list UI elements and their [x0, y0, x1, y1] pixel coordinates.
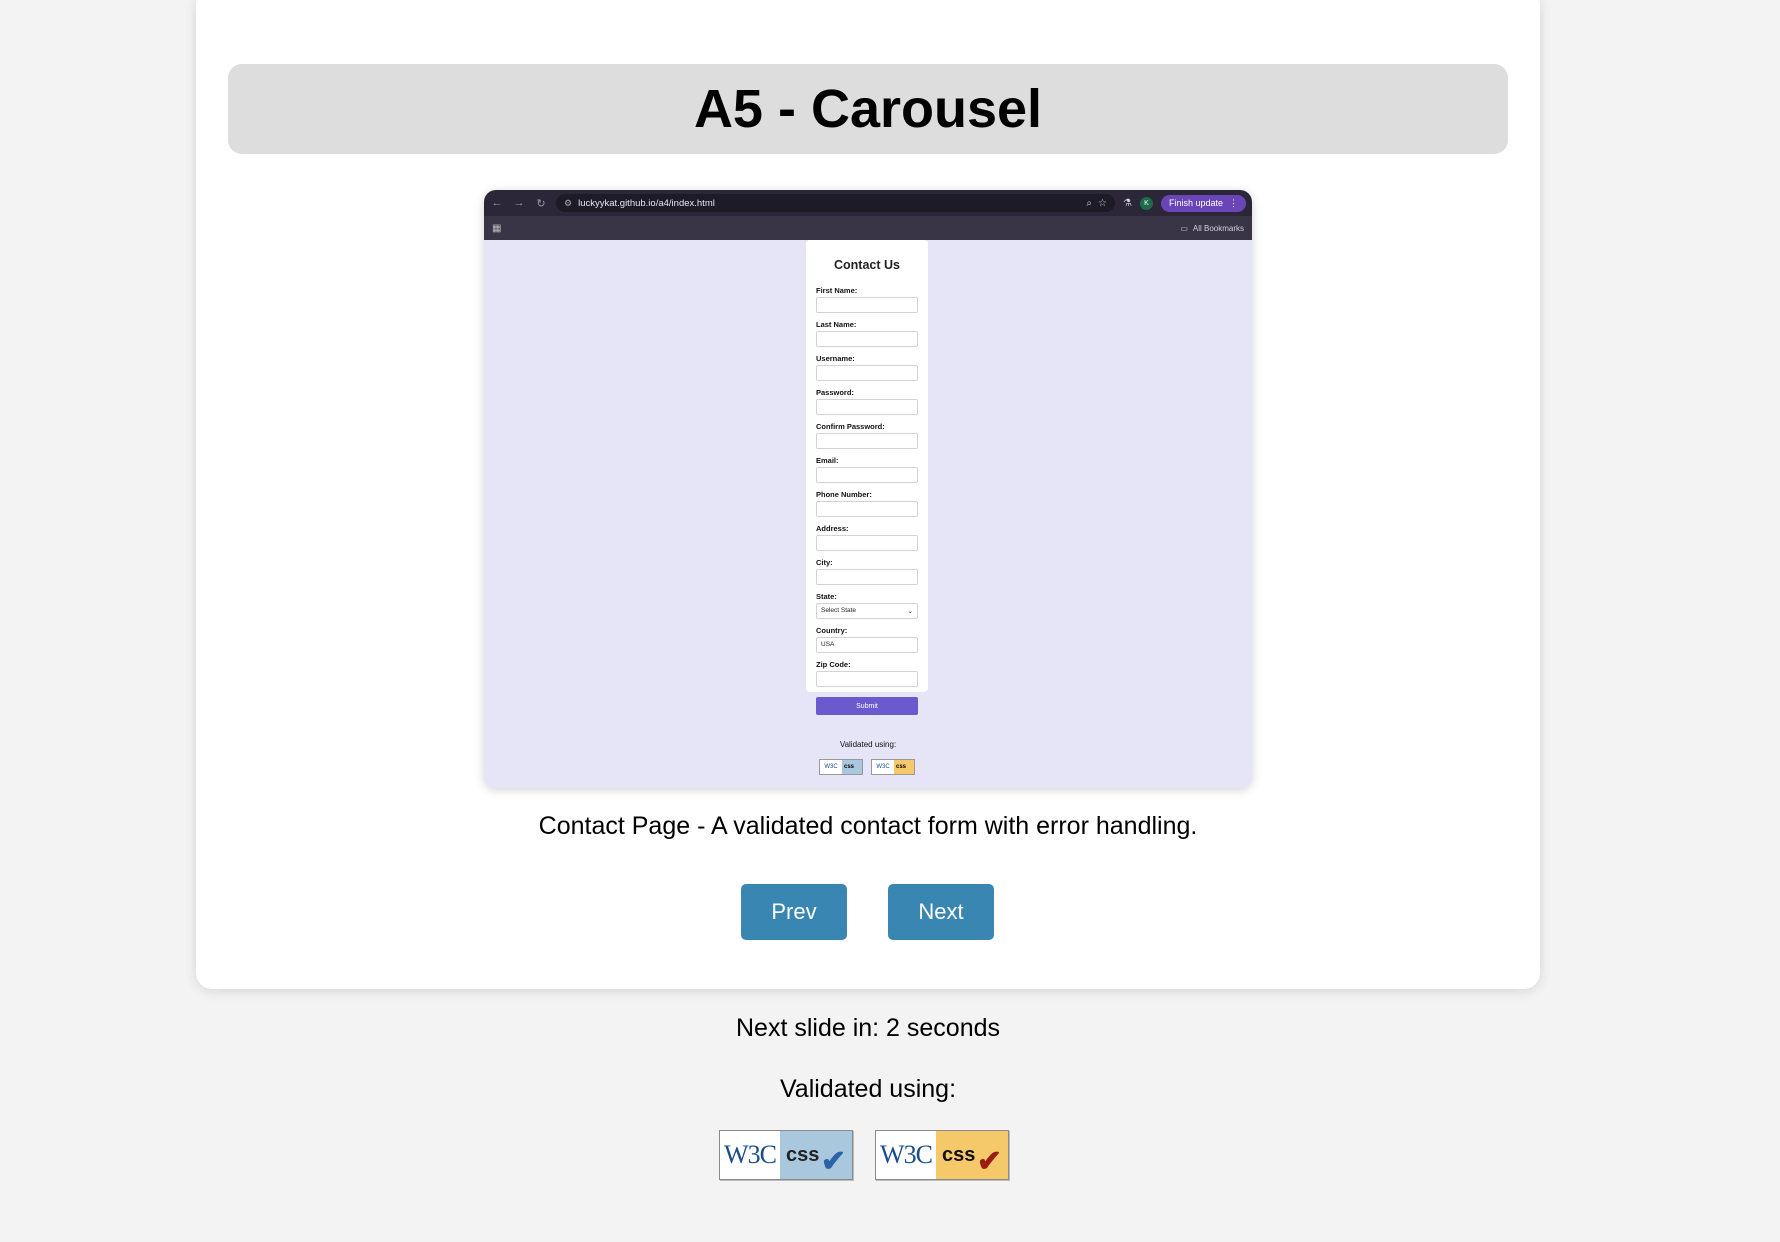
slide-validated-label: Validated using:: [839, 740, 897, 749]
title-bar: A5 - Carousel: [228, 64, 1508, 154]
field-input: [816, 671, 918, 687]
validation-badges: W3C css ✔ W3C css ✔: [719, 1130, 1009, 1180]
css-text: css: [842, 760, 862, 774]
w3c-css-badge[interactable]: W3C css ✔: [875, 1130, 1009, 1180]
w3c-css-badge[interactable]: W3C css ✔: [719, 1130, 853, 1180]
submit-button: Submit: [816, 697, 918, 715]
form-field: State: Select State ⌄: [816, 592, 918, 619]
field-input: [816, 569, 918, 585]
field-label: Confirm Password:: [816, 422, 885, 431]
form-field: City:: [816, 558, 918, 585]
form-field: Username:: [816, 354, 918, 381]
css-text: css: [942, 1143, 976, 1166]
form-field: Country: USA: [816, 626, 918, 653]
form-heading: Contact Us: [834, 258, 900, 272]
field-label: State:: [816, 592, 837, 601]
field-input: [816, 365, 918, 381]
form-field: Phone Number:: [816, 490, 918, 517]
field-input: [816, 331, 918, 347]
all-bookmarks: ▭ All Bookmarks: [1180, 224, 1244, 233]
finish-update-button: Finish update ⋮: [1160, 194, 1246, 212]
field-label: City:: [816, 558, 833, 567]
more-icon: ⋮: [1229, 197, 1238, 208]
w3c-logo: W3C: [872, 760, 894, 774]
form-field: Password:: [816, 388, 918, 415]
field-input: USA: [816, 637, 918, 653]
slide-badges: W3C css W3C css: [819, 759, 915, 775]
field-label: Last Name:: [816, 320, 857, 329]
field-label: Phone Number:: [816, 490, 872, 499]
site-settings-icon: ⚙: [564, 197, 573, 208]
field-label: First Name:: [816, 286, 858, 295]
validated-label: Validated using:: [779, 1075, 957, 1103]
field-input: [816, 297, 918, 313]
field-label: Country:: [816, 626, 848, 635]
next-button[interactable]: Next: [888, 884, 994, 940]
state-select: Select State ⌄: [816, 603, 918, 619]
all-bookmarks-label: All Bookmarks: [1192, 223, 1244, 233]
field-label: Address:: [816, 524, 849, 533]
slide-caption: Contact Page - A validated contact form …: [538, 812, 1198, 840]
back-icon: ←: [491, 197, 503, 209]
field-input: [816, 433, 918, 449]
finish-update-label: Finish update: [1168, 198, 1223, 208]
field-input: [816, 535, 918, 551]
field-label: Email:: [816, 456, 839, 465]
state-select-value: Select State: [821, 607, 857, 614]
w3c-css-badge-mini: W3C css: [819, 759, 863, 775]
contact-form: Contact Us First Name: Last Name: Userna…: [806, 240, 928, 715]
field-label: Password:: [816, 388, 854, 397]
form-field: Zip Code:: [816, 660, 918, 687]
lab-icon: ⚗: [1122, 197, 1132, 209]
checkmark-icon: ✔: [820, 1145, 846, 1178]
w3c-logo: W3C: [876, 1131, 936, 1179]
form-field: First Name:: [816, 286, 918, 313]
w3c-logo: W3C: [820, 760, 842, 774]
field-input: [816, 467, 918, 483]
prev-button[interactable]: Prev: [741, 884, 847, 940]
apps-grid-icon: ▦: [492, 222, 502, 234]
folder-icon: ▭: [1180, 223, 1188, 233]
field-input: [816, 399, 918, 415]
w3c-css-badge-mini: W3C css: [871, 759, 915, 775]
address-bar: ⚙ luckyykat.github.io/a4/index.html ⌕ ☆: [556, 194, 1115, 212]
field-label: Username:: [816, 354, 855, 363]
field-input: [816, 501, 918, 517]
reload-icon: ↻: [536, 197, 546, 210]
css-text: css: [894, 760, 914, 774]
css-label: css ✔: [936, 1131, 1008, 1179]
chevron-down-icon: ⌄: [907, 608, 913, 615]
css-label: css ✔: [780, 1131, 852, 1179]
form-field: Email:: [816, 456, 918, 483]
form-field: Last Name:: [816, 320, 918, 347]
page-title: A5 - Carousel: [693, 79, 1043, 139]
browser-toolbar: ← → ↻ ⚙ luckyykat.github.io/a4/index.htm…: [484, 190, 1252, 216]
w3c-logo: W3C: [720, 1131, 780, 1179]
forward-icon: →: [513, 197, 525, 209]
address-url: luckyykat.github.io/a4/index.html: [578, 197, 715, 209]
form-field: Address:: [816, 524, 918, 551]
star-icon: ☆: [1098, 197, 1107, 209]
carousel-slide-image: ← → ↻ ⚙ luckyykat.github.io/a4/index.htm…: [484, 190, 1252, 788]
countdown-text: Next slide in: 2 seconds: [735, 1014, 1001, 1042]
checkmark-icon: ✔: [976, 1145, 1002, 1178]
avatar: K: [1139, 196, 1153, 210]
bookmarks-bar: ▦ ▭ All Bookmarks: [484, 216, 1252, 240]
field-label: Zip Code:: [816, 660, 851, 669]
css-text: css: [786, 1143, 820, 1166]
form-field: Confirm Password:: [816, 422, 918, 449]
zoom-icon: ⌕: [1086, 197, 1093, 209]
